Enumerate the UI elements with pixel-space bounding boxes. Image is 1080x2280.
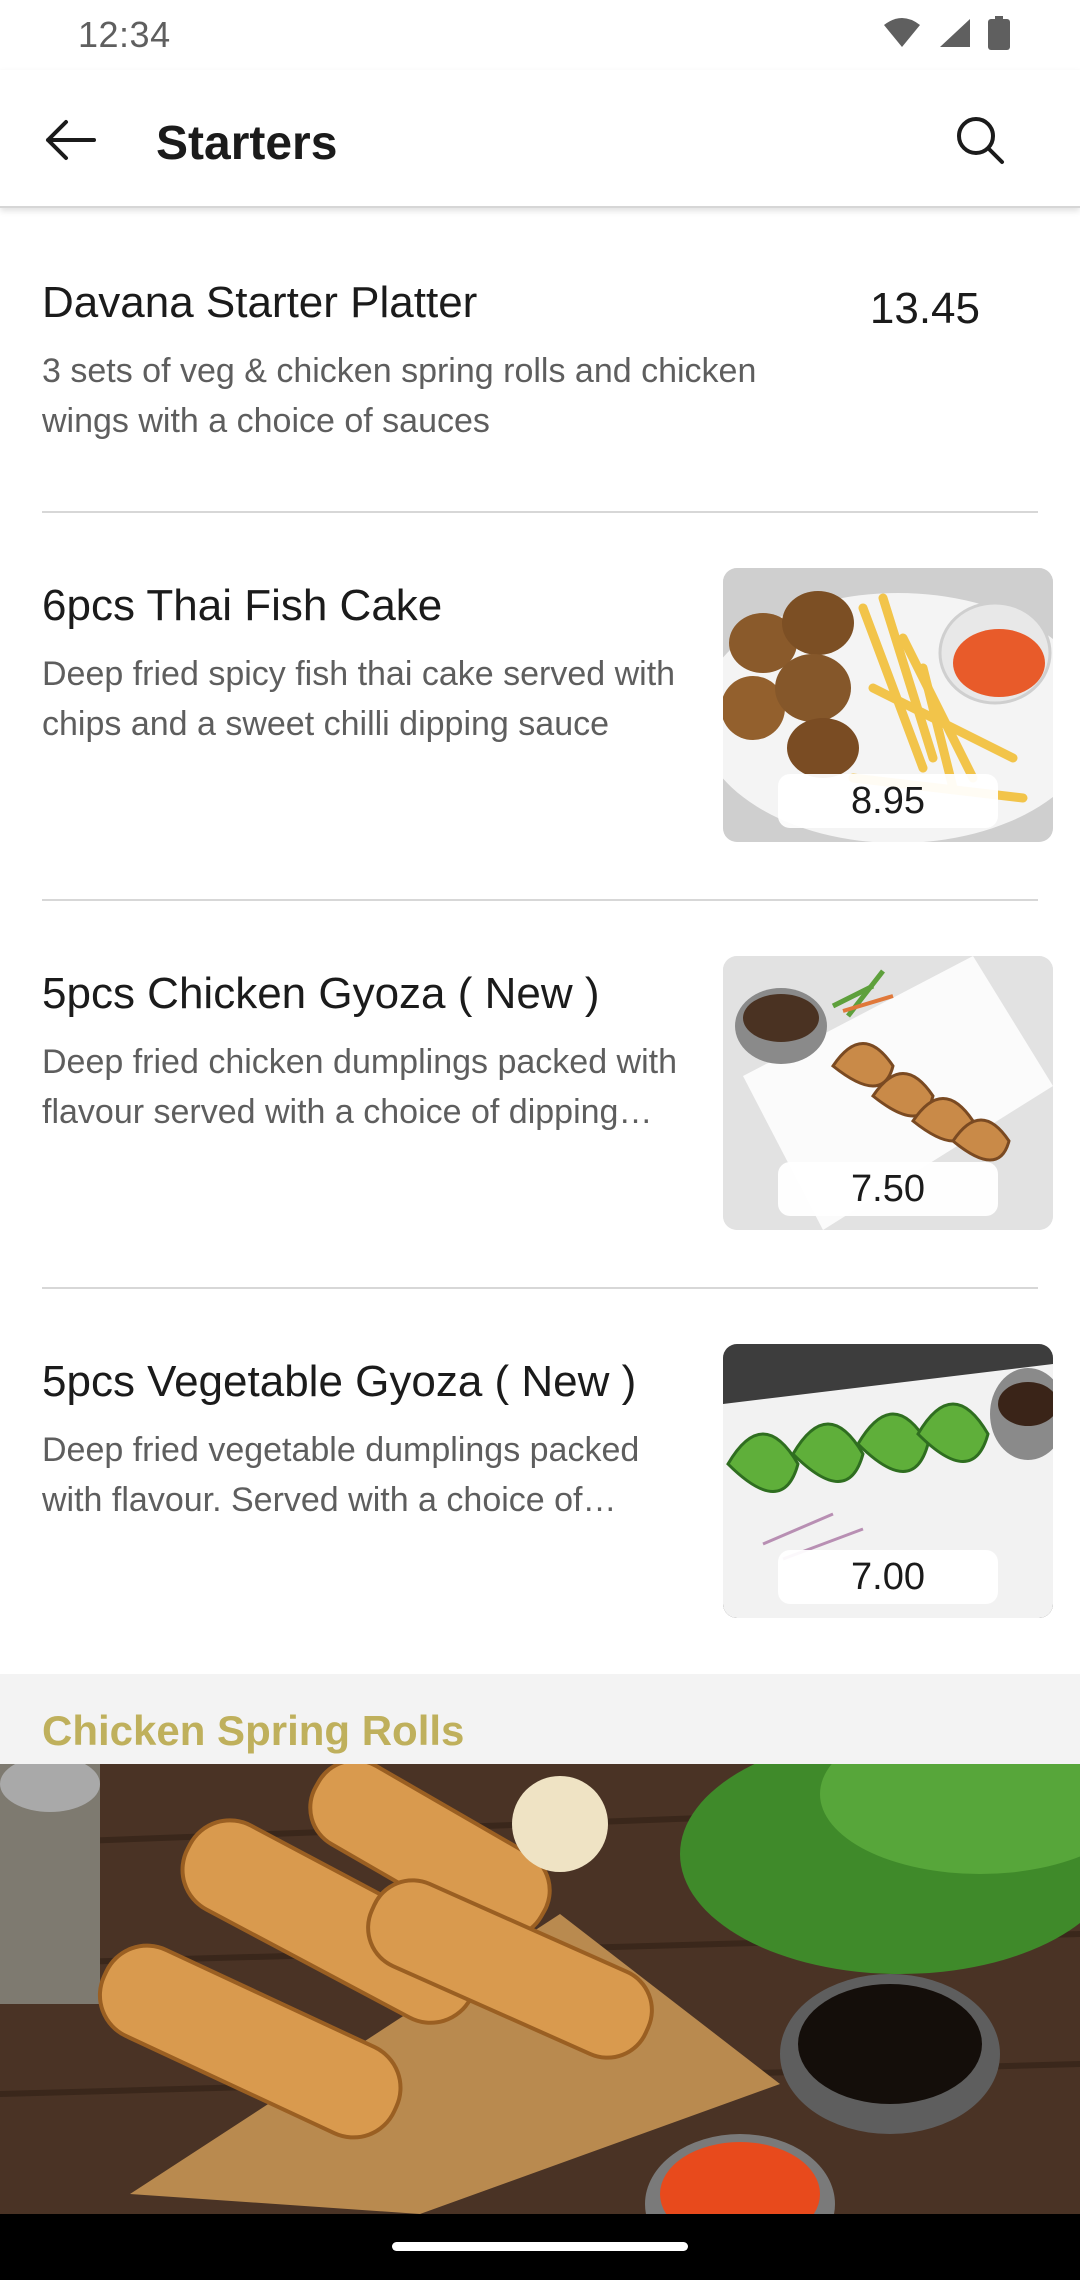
status-icons xyxy=(882,15,1010,55)
item-description: Deep fried vegetable dumplings packed wi… xyxy=(42,1431,640,1519)
menu-item-vegetable-gyoza[interactable]: 5pcs Vegetable Gyoza ( New ) Deep fried … xyxy=(0,1289,1080,1674)
item-name: 5pcs Vegetable Gyoza ( New ) xyxy=(42,1357,637,1406)
menu-item-chicken-gyoza[interactable]: 5pcs Chicken Gyoza ( New ) Deep fried ch… xyxy=(0,901,1080,1287)
wifi-icon xyxy=(882,17,922,54)
item-name: 5pcs Chicken Gyoza ( New ) xyxy=(42,969,600,1018)
app-bar: Starters xyxy=(0,70,1080,208)
price-badge: 7.50 xyxy=(778,1162,998,1216)
menu-item-davana-starter-platter[interactable]: Davana Starter Platter 13.45 3 sets of v… xyxy=(0,206,1080,512)
status-bar: 12:34 xyxy=(0,0,1080,70)
item-image: 7.00 xyxy=(723,1344,1053,1618)
item-description: Deep fried chicken dumplings packed with… xyxy=(42,1043,678,1131)
home-indicator[interactable] xyxy=(392,2242,688,2251)
price-badge: 7.00 xyxy=(778,1550,998,1604)
page-title: Starters xyxy=(156,117,338,170)
item-price: 13.45 xyxy=(869,284,980,333)
system-nav-bar xyxy=(0,2214,1080,2280)
back-button[interactable] xyxy=(38,110,102,174)
status-time: 12:34 xyxy=(78,14,171,55)
battery-icon xyxy=(988,15,1010,55)
search-icon xyxy=(954,114,1006,171)
section-header: Chicken Spring Rolls xyxy=(0,1674,1080,1764)
item-name: 6pcs Thai Fish Cake xyxy=(42,581,443,630)
menu-item-thai-fish-cake[interactable]: 6pcs Thai Fish Cake Deep fried spicy fis… xyxy=(0,513,1080,899)
price-badge: 8.95 xyxy=(778,774,998,828)
search-button[interactable] xyxy=(948,110,1012,174)
item-image: 8.95 xyxy=(723,568,1053,842)
item-image: 7.50 xyxy=(723,956,1053,1230)
item-name: Davana Starter Platter xyxy=(42,278,478,327)
item-description: 3 sets of veg & chicken spring rolls and… xyxy=(42,352,757,440)
arrow-left-icon xyxy=(42,118,98,167)
signal-icon xyxy=(938,17,972,54)
section-title: Chicken Spring Rolls xyxy=(42,1707,465,1754)
section-hero-image xyxy=(0,1764,1080,2214)
item-description: Deep fried spicy fish thai cake served w… xyxy=(42,655,676,743)
